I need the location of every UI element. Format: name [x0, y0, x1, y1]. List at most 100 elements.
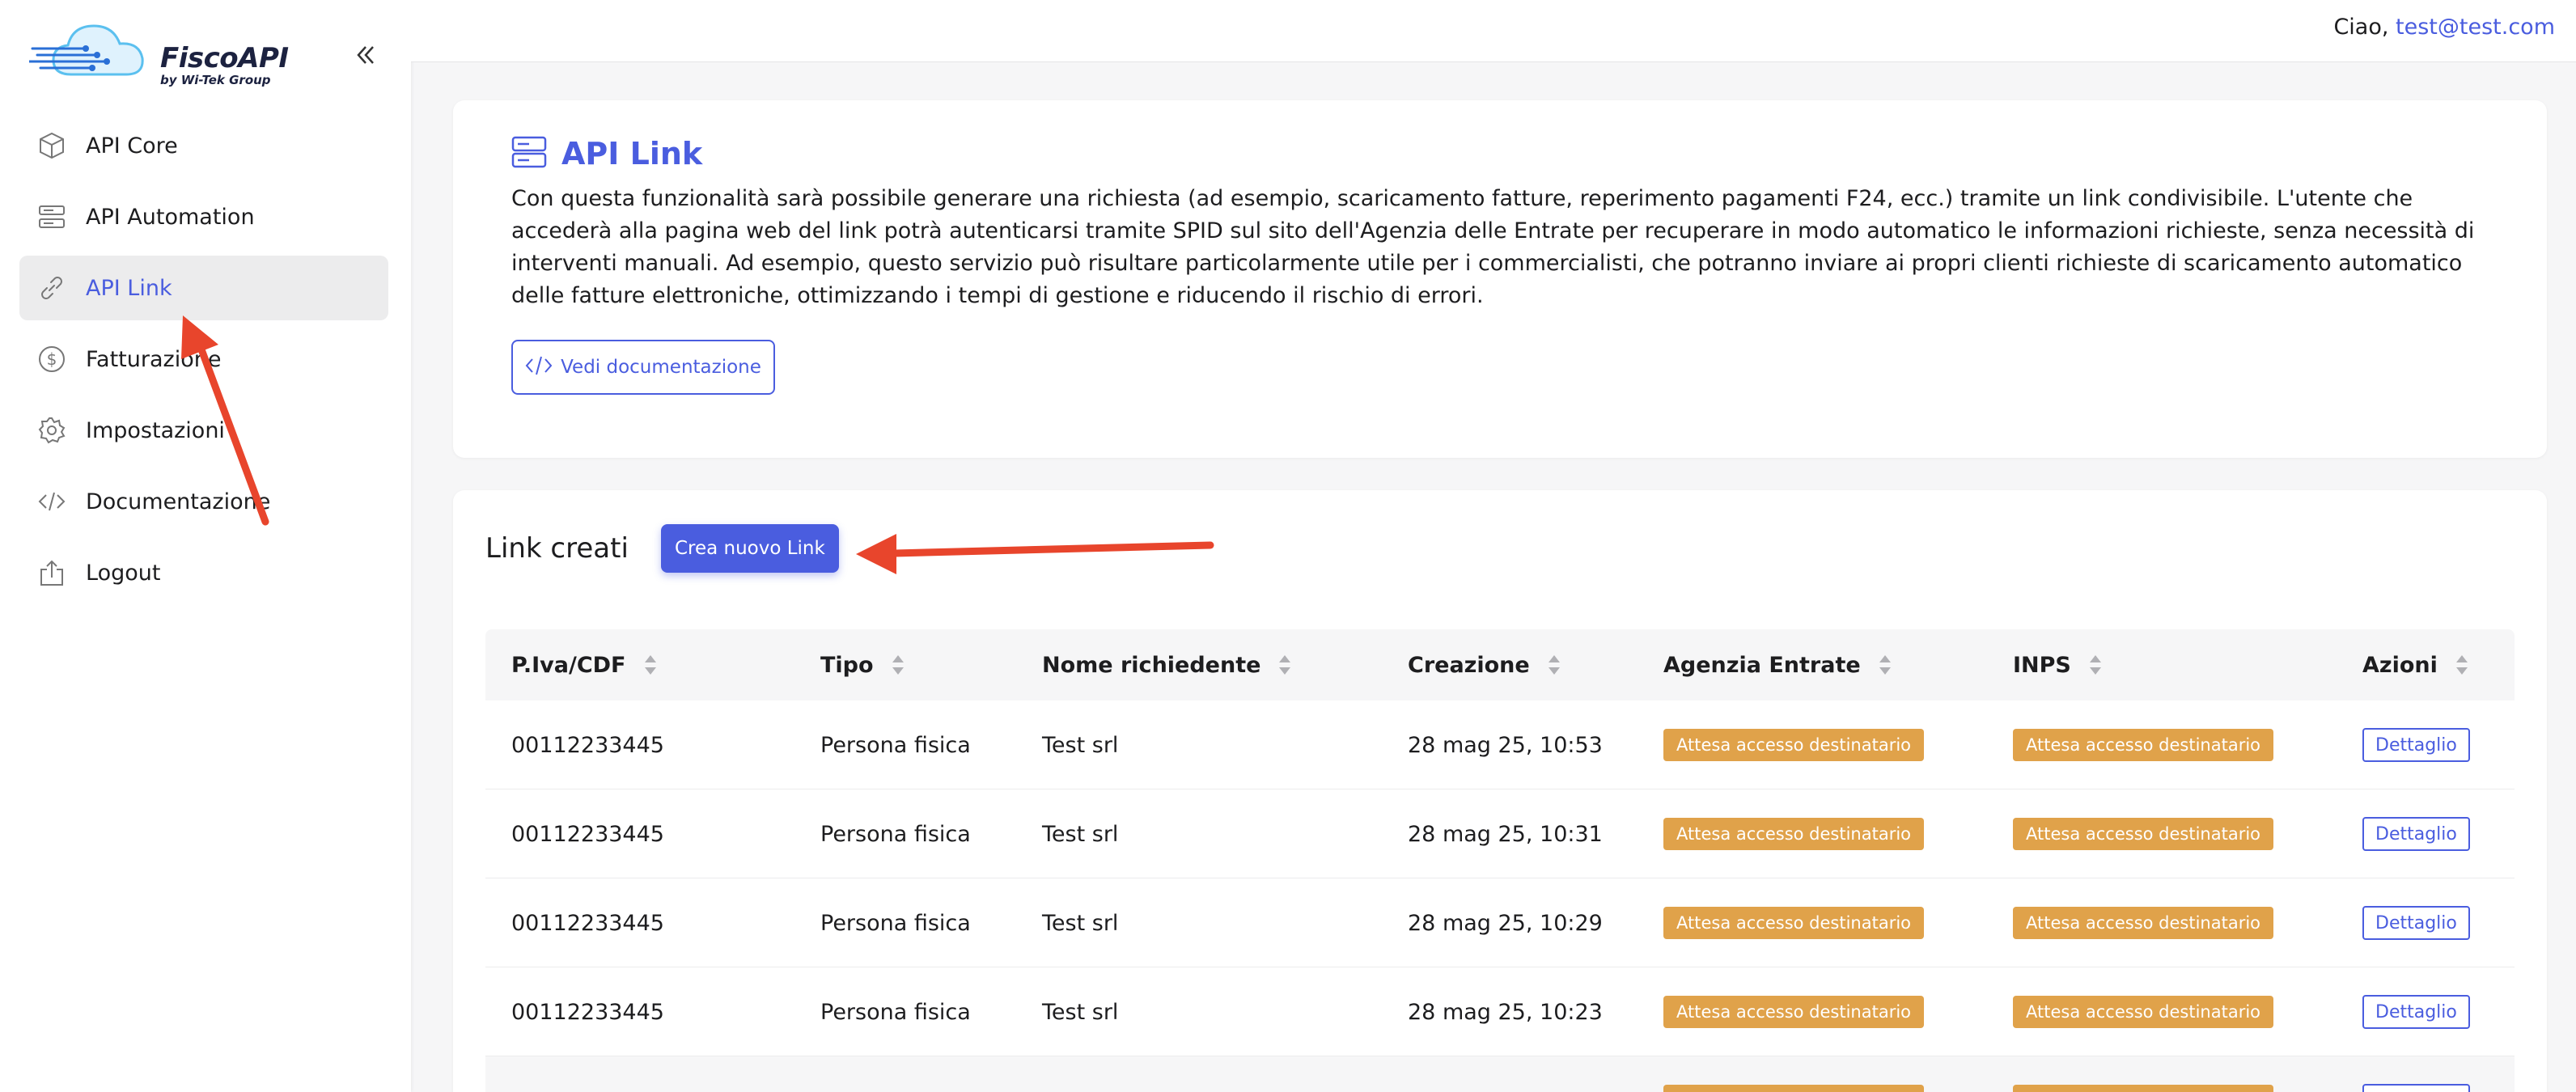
cell-agenzia: Attesa accesso destinatario: [1663, 789, 1925, 878]
sort-icon[interactable]: [2455, 654, 2468, 676]
status-badge: Attesa accesso destinatario: [2013, 1085, 2274, 1092]
table-row: 00112233445 Persona fisica Test srl 28 m…: [485, 700, 2515, 789]
code-icon: [36, 485, 68, 518]
sidebar-item-label: API Core: [86, 133, 178, 159]
table-row: 00112233445 Persona fisica Test srl 28 m…: [485, 967, 2515, 1056]
api-link-info-card: API Link Con questa funzionalità sarà po…: [453, 100, 2547, 458]
topbar: Ciao, test@test.com: [411, 0, 2576, 62]
column-header-label: Agenzia Entrate: [1663, 652, 1861, 678]
cell-agenzia: Attesa accesso destinatario: [1663, 878, 1925, 967]
fiscoapi-logo[interactable]: FiscoAPI by Wi-Tek Group: [28, 18, 289, 87]
sidebar-item-label: API Link: [86, 275, 172, 301]
table-row: Attesa accesso destinatario Attesa acces…: [485, 1056, 2515, 1092]
sort-icon[interactable]: [2089, 654, 2102, 676]
cell-tipo: Persona fisica: [820, 821, 971, 847]
user-email-link[interactable]: test@test.com: [2396, 15, 2555, 40]
sidebar-item-label: Documentazione: [86, 489, 271, 514]
page-title: API Link: [561, 136, 703, 171]
collapse-sidebar-button[interactable]: [351, 40, 380, 70]
column-header-agenzia[interactable]: Agenzia Entrate: [1663, 629, 1892, 700]
sidebar-item-logout[interactable]: Logout: [19, 540, 388, 605]
view-documentation-label: Vedi documentazione: [561, 357, 761, 378]
links-table: P.Iva/CDF Tipo Nome richiedente Creazion…: [485, 629, 2515, 1092]
table-row: 00112233445 Persona fisica Test srl 28 m…: [485, 789, 2515, 878]
status-badge: Attesa accesso destinatario: [1663, 1085, 1925, 1092]
sidebar-item-label: API Automation: [86, 204, 255, 230]
status-badge: Attesa accesso destinatario: [2013, 996, 2274, 1028]
column-header-creazione[interactable]: Creazione: [1408, 629, 1561, 700]
detail-button[interactable]: Dettaglio: [2362, 1084, 2470, 1092]
cell-agenzia: Attesa accesso destinatario: [1663, 1056, 1925, 1092]
sidebar-item-api-link[interactable]: API Link: [19, 256, 388, 320]
server-icon: [511, 134, 547, 173]
status-badge: Attesa accesso destinatario: [1663, 729, 1925, 761]
detail-button[interactable]: Dettaglio: [2362, 728, 2470, 762]
sidebar-item-impostazioni[interactable]: Impostazioni: [19, 398, 388, 463]
detail-button[interactable]: Dettaglio: [2362, 906, 2470, 940]
column-header-tipo[interactable]: Tipo: [820, 629, 905, 700]
column-header-label: Nome richiedente: [1042, 652, 1261, 678]
cell-inps: Attesa accesso destinatario: [2013, 700, 2274, 789]
link-icon: [36, 272, 68, 304]
status-badge: Attesa accesso destinatario: [1663, 907, 1925, 939]
cell-inps: Attesa accesso destinatario: [2013, 967, 2274, 1056]
status-badge: Attesa accesso destinatario: [2013, 729, 2274, 761]
status-badge: Attesa accesso destinatario: [1663, 996, 1925, 1028]
sort-icon[interactable]: [644, 654, 657, 676]
column-header-label: Tipo: [820, 652, 874, 678]
cell-nome: Test srl: [1042, 821, 1119, 847]
sidebar-item-api-core[interactable]: API Core: [19, 113, 388, 178]
column-header-label: P.Iva/CDF: [511, 652, 626, 678]
cell-piva: 00112233445: [511, 732, 664, 758]
links-section-title: Link creati: [485, 532, 629, 565]
cell-nome: Test srl: [1042, 999, 1119, 1025]
column-header-label: Azioni: [2362, 652, 2438, 678]
status-badge: Attesa accesso destinatario: [1663, 818, 1925, 850]
cell-inps: Attesa accesso destinatario: [2013, 789, 2274, 878]
gear-icon: [36, 414, 68, 447]
sidebar: FiscoAPI by Wi-Tek Group API Core API Au…: [0, 0, 411, 1092]
cell-creazione: 28 mag 25, 10:29: [1408, 910, 1603, 936]
detail-button[interactable]: Dettaglio: [2362, 817, 2470, 851]
column-header-piva[interactable]: P.Iva/CDF: [511, 629, 657, 700]
double-chevron-left-icon: [357, 46, 374, 64]
sidebar-nav: API Core API Automation API Link $ Fattu…: [19, 113, 388, 612]
sidebar-item-label: Impostazioni: [86, 417, 225, 443]
cell-agenzia: Attesa accesso destinatario: [1663, 700, 1925, 789]
cell-tipo: Persona fisica: [820, 732, 971, 758]
detail-button[interactable]: Dettaglio: [2362, 995, 2470, 1029]
column-header-nome[interactable]: Nome richiedente: [1042, 629, 1291, 700]
sidebar-item-documentazione[interactable]: Documentazione: [19, 469, 388, 534]
cell-azioni: Dettaglio: [2362, 878, 2470, 967]
sort-icon[interactable]: [1879, 654, 1892, 676]
sidebar-item-label: Logout: [86, 560, 161, 586]
column-header-label: INPS: [2013, 652, 2071, 678]
sidebar-item-api-automation[interactable]: API Automation: [19, 184, 388, 249]
brand-name: FiscoAPI: [160, 42, 289, 74]
cell-azioni: Dettaglio: [2362, 700, 2470, 789]
column-header-azioni[interactable]: Azioni: [2362, 629, 2468, 700]
create-new-link-button[interactable]: Crea nuovo Link: [660, 524, 839, 573]
view-documentation-button[interactable]: Vedi documentazione: [511, 340, 775, 395]
table-row: 00112233445 Persona fisica Test srl 28 m…: [485, 878, 2515, 967]
cell-agenzia: Attesa accesso destinatario: [1663, 967, 1925, 1056]
logout-icon: [36, 557, 68, 589]
links-card: Link creati Crea nuovo Link P.Iva/CDF Ti…: [453, 490, 2547, 1092]
cell-creazione: 28 mag 25, 10:53: [1408, 732, 1603, 758]
sort-icon[interactable]: [892, 654, 905, 676]
sidebar-item-fatturazione[interactable]: $ Fatturazione: [19, 327, 388, 392]
cell-creazione: 28 mag 25, 10:31: [1408, 821, 1603, 847]
greeting-text: Ciao,: [2333, 15, 2389, 40]
sort-icon[interactable]: [1278, 654, 1291, 676]
sort-icon[interactable]: [1548, 654, 1561, 676]
status-badge: Attesa accesso destinatario: [2013, 907, 2274, 939]
cell-tipo: Persona fisica: [820, 910, 971, 936]
cell-nome: Test srl: [1042, 910, 1119, 936]
cell-piva: 00112233445: [511, 999, 664, 1025]
status-badge: Attesa accesso destinatario: [2013, 818, 2274, 850]
cell-nome: Test srl: [1042, 732, 1119, 758]
dollar-icon: $: [36, 343, 68, 375]
cell-azioni: Dettaglio: [2362, 1056, 2470, 1092]
column-header-label: Creazione: [1408, 652, 1530, 678]
column-header-inps[interactable]: INPS: [2013, 629, 2102, 700]
